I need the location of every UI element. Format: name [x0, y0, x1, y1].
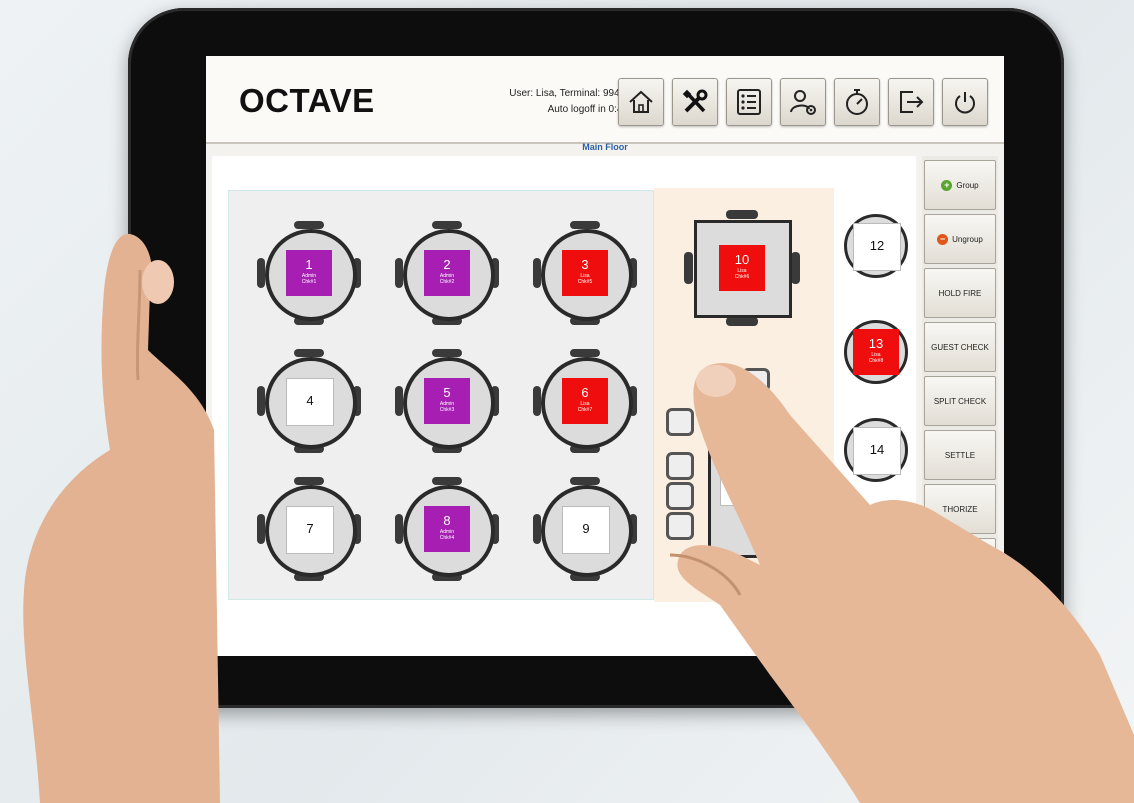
user-info: User: Lisa, Terminal: 9944, Auto logoff … — [438, 86, 628, 118]
split-check-button[interactable]: SPLIT CHECK — [924, 376, 996, 426]
minus-icon: − — [937, 233, 949, 245]
table-3[interactable]: 3 Lisa Chk#5 — [533, 221, 637, 325]
group-button[interactable]: + Group — [924, 160, 996, 210]
plus-icon: + — [941, 179, 953, 191]
table-9[interactable]: 9 — [533, 477, 637, 581]
table-13[interactable]: 13 Lisa Chk#8 — [844, 320, 908, 384]
user-settings-button[interactable] — [780, 78, 826, 126]
hold-fire-button[interactable]: HOLD FIRE — [924, 268, 996, 318]
table-2[interactable]: 2 Admin Chk#2 — [395, 221, 499, 325]
authorize-button[interactable]: THORIZE — [924, 484, 996, 534]
table-7-tag: 7 — [286, 506, 334, 554]
table-6-tag: 6 Lisa Chk#7 — [562, 378, 608, 424]
table-10[interactable]: 10 Lisa Chk#6 — [684, 210, 800, 326]
user-settings-icon — [790, 90, 816, 115]
table-4[interactable]: 4 — [257, 349, 361, 453]
settle-button[interactable]: SETTLE — [924, 430, 996, 480]
pos-screen: OCTAVE User: Lisa, Terminal: 9944, Auto … — [206, 56, 1004, 656]
power-icon — [955, 92, 975, 114]
table-5[interactable]: 5 Admin Chk#3 — [395, 349, 499, 453]
table-9-tag: 9 — [562, 506, 610, 554]
table-13-tag: 13 Lisa Chk#8 — [853, 329, 899, 375]
home-button[interactable] — [618, 78, 664, 126]
timer-button[interactable] — [834, 78, 880, 126]
tools-button[interactable] — [672, 78, 718, 126]
table-14-tag: 14 — [853, 427, 901, 475]
table-1[interactable]: 1 Admin Chk#1 — [257, 221, 361, 325]
user-terminal-text: User: Lisa, Terminal: 9944, — [509, 88, 628, 99]
table-6[interactable]: 6 Lisa Chk#7 — [533, 349, 637, 453]
table-14[interactable]: 14 — [844, 418, 908, 482]
more-button[interactable] — [924, 538, 996, 588]
table-1-tag: 1 Admin Chk#1 — [286, 250, 332, 296]
table-8-tag: 8 Admin Chk#4 — [424, 506, 470, 552]
table-5-tag: 5 Admin Chk#3 — [424, 378, 470, 424]
app-header: OCTAVE User: Lisa, Terminal: 9944, Auto … — [206, 56, 1004, 144]
list-button[interactable] — [726, 78, 772, 126]
action-panel: + Group − Ungroup HOLD FIRE GUEST CHECK … — [922, 156, 998, 656]
table-10-tag: 10 Lisa Chk#6 — [719, 245, 765, 291]
list-icon — [737, 89, 761, 115]
table-11-tag: 11 — [720, 458, 768, 506]
table-7[interactable]: 7 — [257, 477, 361, 581]
dining-zone-main: 1 Admin Chk#1 2 Admin Chk#2 3 Lisa Chk#5 4 — [228, 190, 654, 600]
tools-icon — [682, 89, 708, 113]
table-11[interactable]: 11 — [660, 368, 830, 568]
home-icon — [629, 90, 653, 113]
power-button[interactable] — [942, 78, 988, 126]
logout-button[interactable] — [888, 78, 934, 126]
dining-zone-patio: 10 Lisa Chk#6 11 — [654, 188, 834, 602]
auto-logoff-text: Auto logoff in 0:47 — [547, 104, 628, 115]
floor-label: Main Floor — [582, 142, 628, 152]
floor-plan: 1 Admin Chk#1 2 Admin Chk#2 3 Lisa Chk#5 4 — [212, 156, 916, 656]
table-8[interactable]: 8 Admin Chk#4 — [395, 477, 499, 581]
ungroup-button[interactable]: − Ungroup — [924, 214, 996, 264]
table-4-tag: 4 — [286, 378, 334, 426]
table-12-tag: 12 — [853, 223, 901, 271]
table-2-tag: 2 Admin Chk#2 — [424, 250, 470, 296]
app-logo: OCTAVE — [239, 82, 375, 119]
guest-check-button[interactable]: GUEST CHECK — [924, 322, 996, 372]
logout-icon — [900, 91, 924, 113]
table-12[interactable]: 12 — [844, 214, 908, 278]
table-3-tag: 3 Lisa Chk#5 — [562, 250, 608, 296]
stopwatch-icon — [846, 89, 868, 115]
